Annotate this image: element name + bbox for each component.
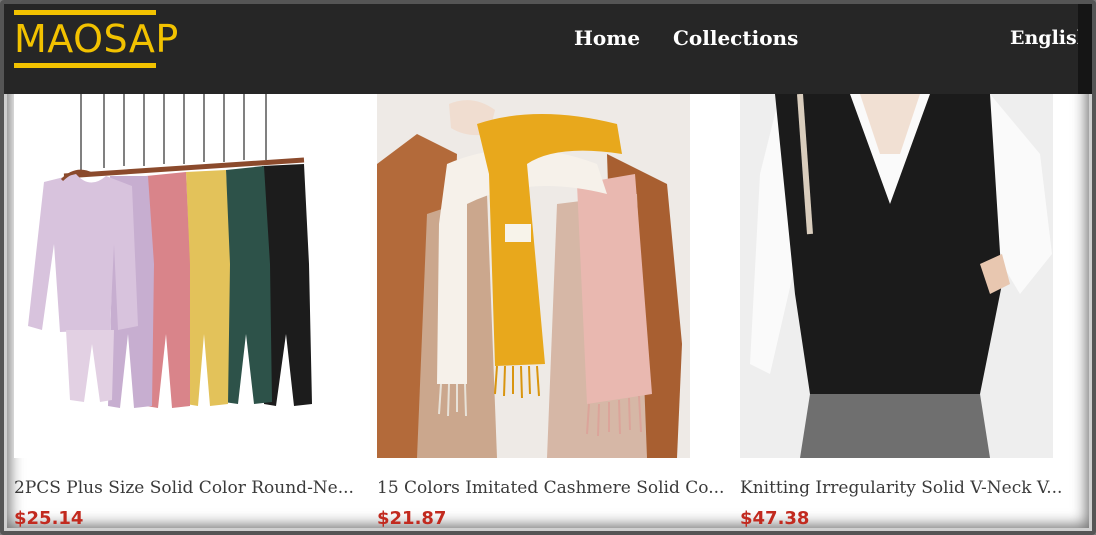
logo-text: MAOSAP	[14, 17, 179, 61]
site-header: MAOSAP Home Collections English	[4, 4, 1092, 94]
product-image-knit-vest[interactable]	[740, 94, 1053, 458]
product-image-thermal-sets[interactable]	[14, 94, 327, 458]
product-price: $25.14	[14, 508, 84, 529]
nav-collections-link[interactable]: Collections	[673, 24, 798, 52]
logo-bottom-bar	[14, 63, 156, 68]
product-title[interactable]: 15 Colors Imitated Cashmere Solid Co...	[377, 478, 724, 498]
product-image-cashmere-scarf[interactable]	[377, 94, 690, 458]
product-price: $21.87	[377, 508, 447, 529]
browser-frame: MAOSAP Home Collections English 2PCS Plu…	[0, 0, 1096, 535]
product-price: $47.38	[740, 508, 810, 529]
header-edge	[1078, 4, 1092, 94]
product-title[interactable]: 2PCS Plus Size Solid Color Round-Ne...	[14, 478, 354, 498]
product-title[interactable]: Knitting Irregularity Solid V-Neck V...	[740, 478, 1070, 498]
site-logo[interactable]: MAOSAP	[14, 10, 179, 68]
logo-top-bar	[14, 10, 156, 15]
nav-home-link[interactable]: Home	[574, 24, 640, 52]
